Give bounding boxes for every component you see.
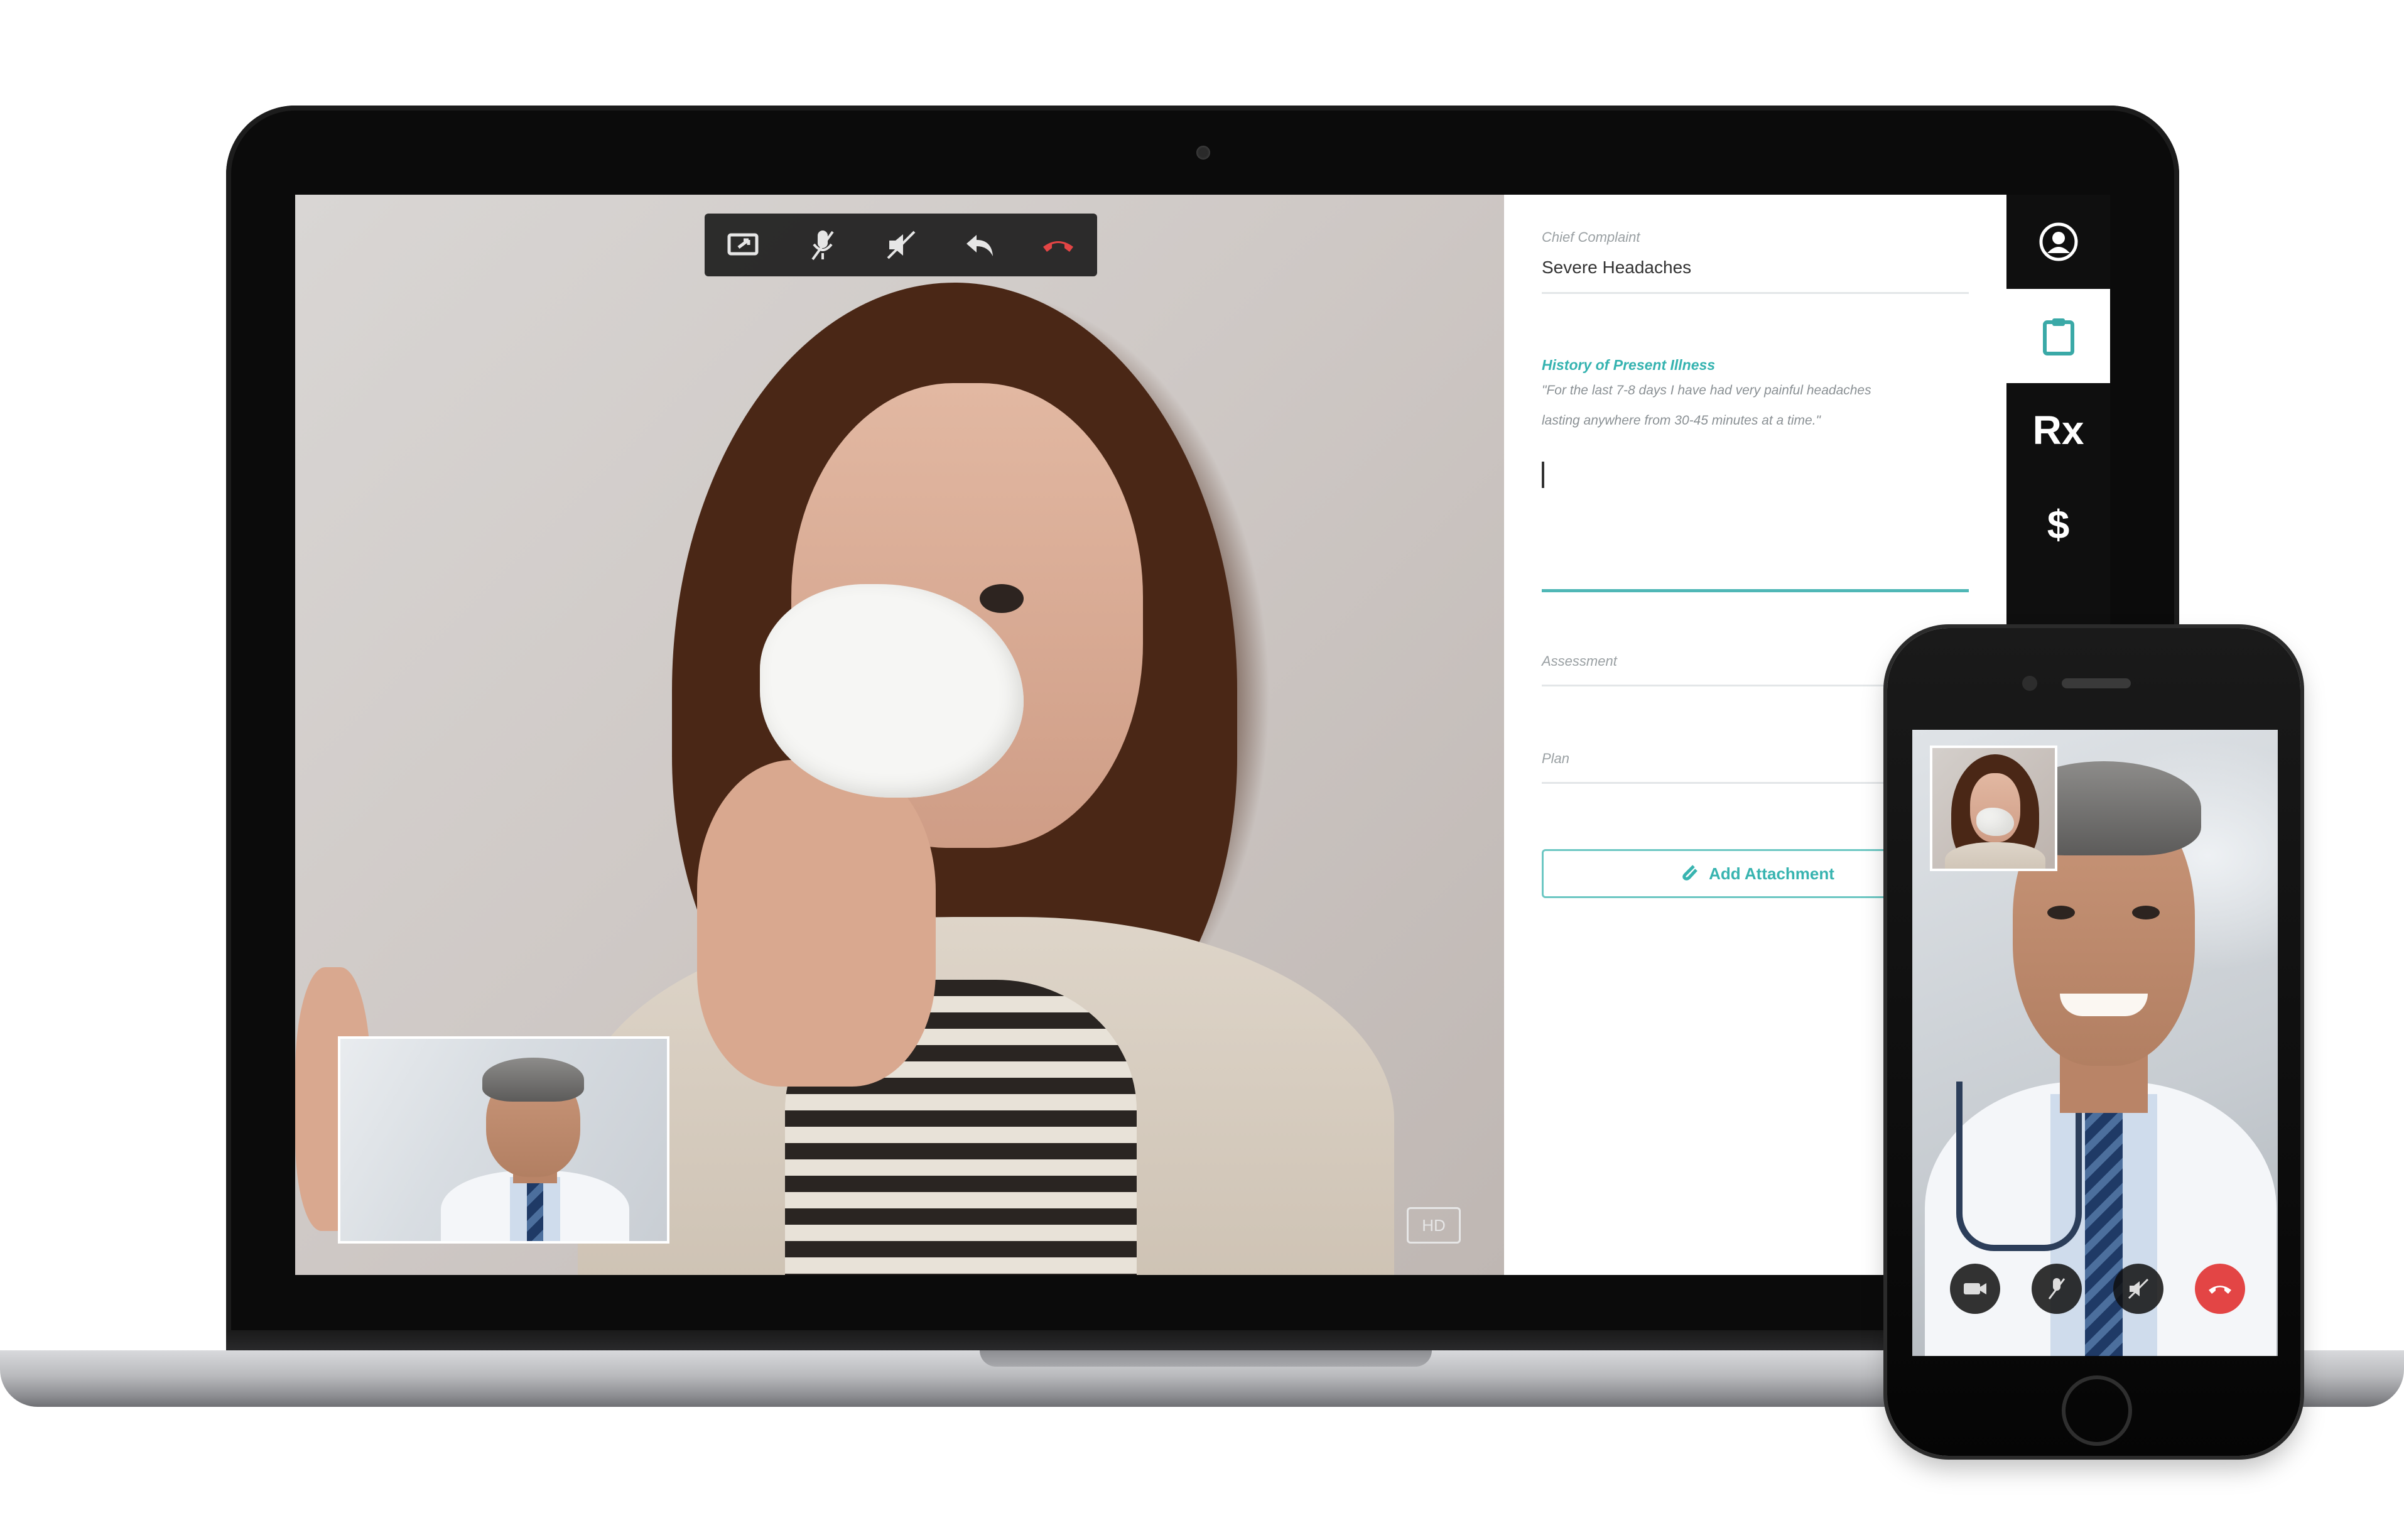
laptop-screen: HD Chief Complaint Severe Headaches Hist…	[295, 195, 2110, 1275]
prescription-icon: Rx	[2032, 408, 2084, 453]
mute-speaker-button[interactable]	[877, 221, 925, 269]
mute-mic-icon	[2048, 1278, 2066, 1299]
phone-mute-mic-button[interactable]	[2032, 1264, 2082, 1314]
screen-share-button[interactable]	[720, 221, 768, 269]
hpi-text-line: "For the last 7-8 days I have had very p…	[1542, 383, 1871, 398]
doctor-hair	[482, 1058, 584, 1102]
mute-speaker-icon	[887, 230, 915, 259]
chief-complaint-divider	[1542, 292, 1969, 294]
mute-mic-icon	[811, 230, 834, 261]
hpi-label: History of Present Illness	[1542, 357, 1716, 373]
phone-end-call-button[interactable]	[2195, 1264, 2245, 1314]
video-icon	[1964, 1283, 1986, 1294]
laptop-notch	[980, 1350, 1432, 1367]
plan-label: Plan	[1542, 751, 1570, 766]
phone-self-view[interactable]	[1930, 746, 2057, 871]
phone-mute-speaker-button[interactable]	[2113, 1264, 2163, 1314]
laptop-camera	[1196, 146, 1210, 160]
patient-eye-right	[980, 584, 1024, 613]
doctor-eye-left	[2047, 906, 2075, 919]
sidebar-item-prescription[interactable]: Rx	[2006, 383, 2110, 477]
text-cursor	[1542, 462, 1544, 488]
chief-complaint-label: Chief Complaint	[1542, 229, 1640, 245]
hpi-text[interactable]: "For the last 7-8 days I have had very p…	[1542, 376, 1981, 436]
mute-mic-button[interactable]	[799, 221, 847, 269]
hd-badge: HD	[1407, 1207, 1461, 1244]
end-call-icon	[1042, 241, 1073, 252]
return-icon	[966, 235, 993, 256]
return-button[interactable]	[956, 221, 1004, 269]
sidebar-item-profile[interactable]	[2006, 195, 2110, 289]
self-view-video[interactable]	[338, 1036, 669, 1244]
patient-sweater	[1945, 842, 2045, 869]
clipboard-icon	[2042, 318, 2074, 355]
sidebar-item-notes[interactable]	[2006, 289, 2110, 383]
billing-icon: $	[2047, 502, 2070, 547]
sidebar-item-billing[interactable]: $	[2006, 477, 2110, 572]
doctor-tie	[2085, 1107, 2123, 1356]
assessment-label: Assessment	[1542, 653, 1617, 669]
user-icon	[2039, 222, 2077, 261]
phone-video-button[interactable]	[1950, 1264, 2000, 1314]
chief-complaint-value[interactable]: Severe Headaches	[1542, 258, 1691, 278]
phone-speaker	[2062, 678, 2131, 688]
hpi-text-line: lasting anywhere from 30-45 minutes at a…	[1542, 413, 1821, 428]
patient-hand	[697, 760, 936, 1087]
end-call-icon	[2209, 1286, 2231, 1294]
doctor-smile	[2060, 994, 2148, 1016]
phone-camera	[2022, 676, 2037, 691]
doctor-eye-right	[2132, 906, 2160, 919]
screen-share-icon	[727, 233, 758, 256]
mute-speaker-icon	[2128, 1278, 2149, 1299]
doctor-tie	[527, 1182, 543, 1241]
phone-home-button[interactable]	[2062, 1375, 2132, 1446]
hpi-field-underline	[1542, 589, 1969, 592]
paperclip-icon	[1680, 862, 1699, 886]
call-toolbar	[705, 214, 1097, 276]
add-attachment-label: Add Attachment	[1709, 864, 1834, 883]
end-call-button[interactable]	[1034, 221, 1082, 269]
